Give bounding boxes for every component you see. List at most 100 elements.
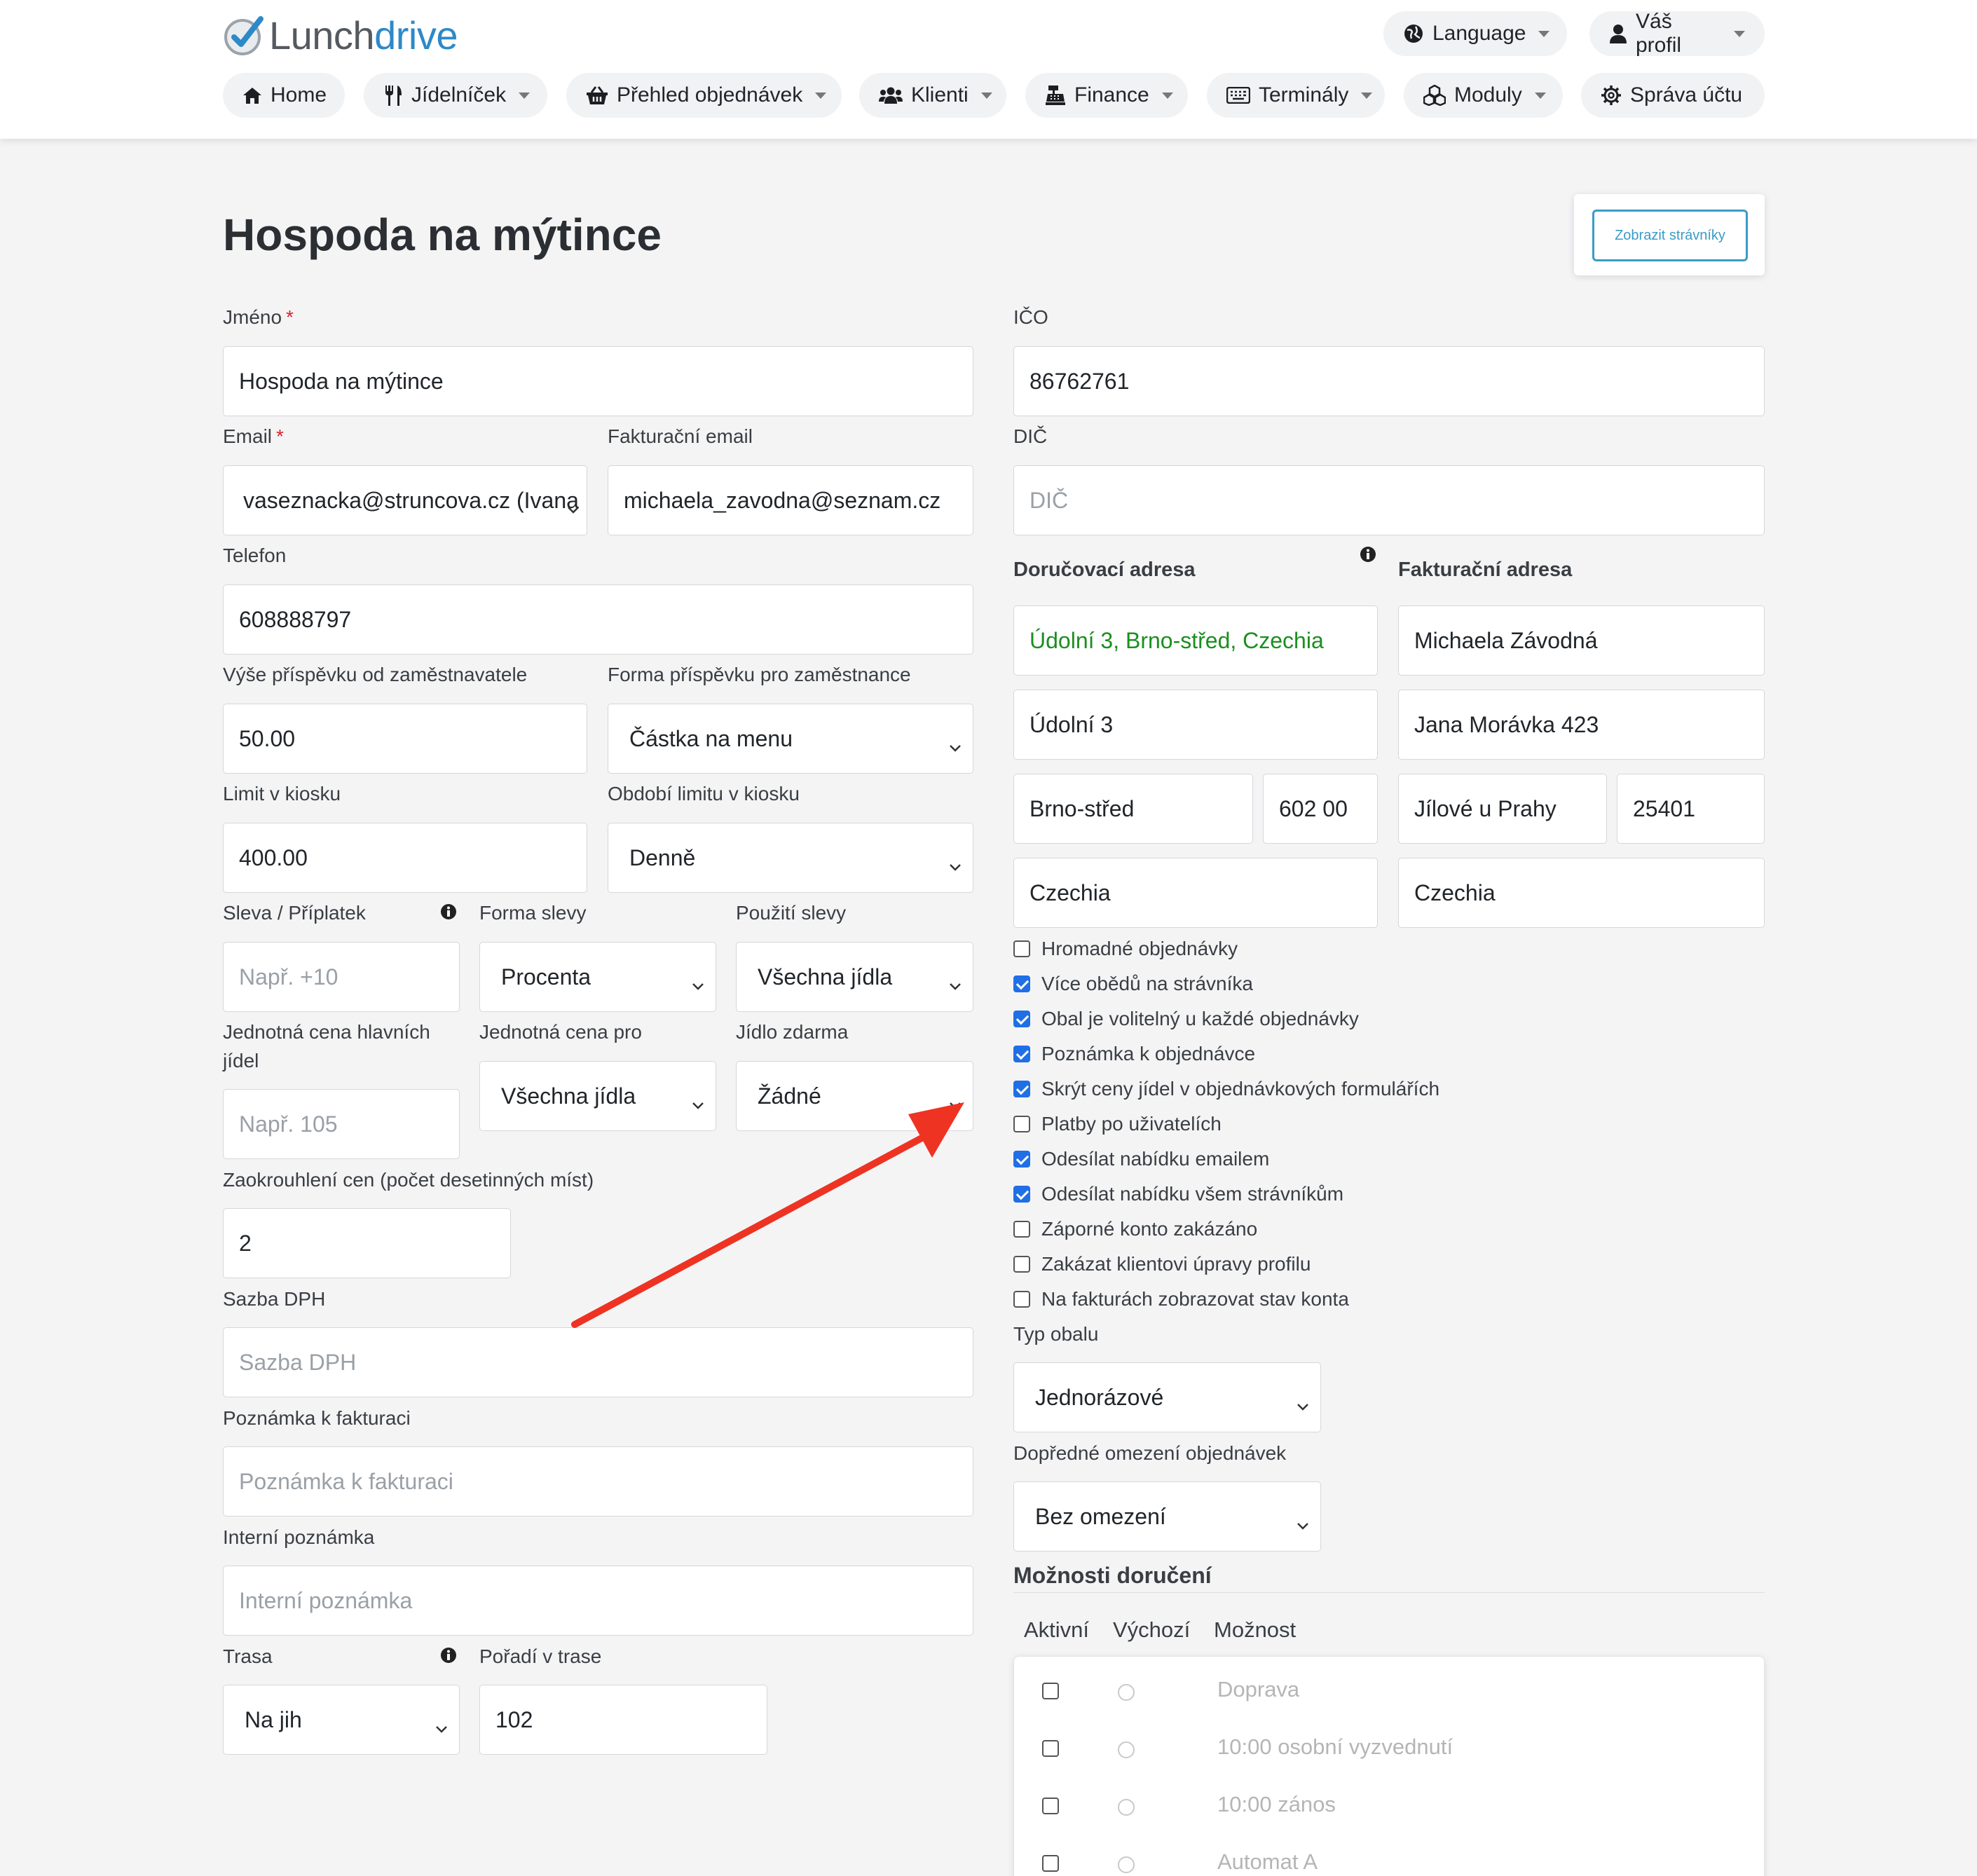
invoice-note-input[interactable]: Poznámka k fakturaci xyxy=(223,1446,973,1516)
info-icon[interactable] xyxy=(440,903,457,924)
language-dropdown[interactable]: Language xyxy=(1383,11,1567,56)
checkbox-box[interactable] xyxy=(1013,1116,1030,1132)
chevron-down-icon xyxy=(435,1713,448,1739)
nav-label: Terminály xyxy=(1259,83,1349,107)
delivery-country-input[interactable]: Czechia xyxy=(1013,858,1378,928)
free-meal-select[interactable]: Žádné xyxy=(736,1061,973,1131)
home-icon xyxy=(242,86,262,104)
info-icon[interactable] xyxy=(440,1647,457,1667)
billing-zip-input[interactable]: 25401 xyxy=(1617,774,1765,844)
billing-address-label: Fakturační adresa xyxy=(1398,559,1573,581)
delivery-city-input[interactable]: Brno-střed xyxy=(1013,774,1253,844)
package-type-label: Typ obalu xyxy=(1013,1323,1099,1345)
show-diners-button[interactable]: Zobrazit strávníky xyxy=(1592,210,1748,261)
default-radio[interactable] xyxy=(1118,1684,1135,1701)
info-icon[interactable] xyxy=(1360,546,1376,566)
kiosk-limit-input[interactable]: 400.00 xyxy=(223,823,587,893)
nav-label: Moduly xyxy=(1454,83,1522,107)
chevron-down-icon xyxy=(980,92,992,99)
nav-account-settings[interactable]: Správa účtu xyxy=(1581,73,1765,118)
active-checkbox[interactable] xyxy=(1042,1683,1059,1699)
employer-contribution-input[interactable]: 50.00 xyxy=(223,704,587,774)
language-label: Language xyxy=(1432,22,1526,45)
nav-home[interactable]: Home xyxy=(223,73,345,118)
delivery-options-title: Možnosti doručení xyxy=(1013,1563,1212,1588)
checkbox-show-balance-invoices[interactable]: Na fakturách zobrazovat stav konta xyxy=(1013,1285,1349,1313)
order-limit-select[interactable]: Bez omezení xyxy=(1013,1481,1321,1552)
checkbox-box[interactable] xyxy=(1013,1081,1030,1097)
checkbox-box[interactable] xyxy=(1013,940,1030,957)
billing-name-input[interactable]: Michaela Závodná xyxy=(1398,605,1765,676)
checkbox-box[interactable] xyxy=(1013,1221,1030,1238)
nav-modules[interactable]: Moduly xyxy=(1404,73,1563,118)
checkbox-send-offer-email[interactable]: Odesílat nabídku emailem xyxy=(1013,1145,1269,1173)
cubes-icon xyxy=(1423,85,1446,106)
checkbox-payments-by-user[interactable]: Platby po uživatelích xyxy=(1013,1110,1222,1138)
unit-price-for-select[interactable]: Všechna jídla xyxy=(479,1061,716,1131)
chevron-down-icon xyxy=(1534,92,1546,99)
price-rounding-input[interactable]: 2 xyxy=(223,1208,511,1278)
kiosk-limit-period-select[interactable]: Denně xyxy=(608,823,973,893)
checkbox-box[interactable] xyxy=(1013,1151,1030,1168)
order-limit-label: Dopředné omezení objednávek xyxy=(1013,1442,1287,1464)
active-checkbox[interactable] xyxy=(1042,1855,1059,1872)
default-radio[interactable] xyxy=(1118,1799,1135,1816)
basket-icon xyxy=(586,85,608,105)
checkbox-box[interactable] xyxy=(1013,1011,1030,1027)
unit-price-main-input[interactable]: Např. 105 xyxy=(223,1089,460,1159)
nav-menu[interactable]: Jídelníček xyxy=(364,73,547,118)
checkbox-box[interactable] xyxy=(1013,1291,1030,1308)
checkbox-box[interactable] xyxy=(1013,1186,1030,1203)
delivery-zip-input[interactable]: 602 00 xyxy=(1263,774,1378,844)
name-input[interactable]: Hospoda na mýtince xyxy=(223,346,973,416)
discount-input[interactable]: Např. +10 xyxy=(223,942,460,1012)
route-select[interactable]: Na jih xyxy=(223,1685,460,1755)
nav-finance[interactable]: Finance xyxy=(1025,73,1188,118)
checkbox-multiple-lunches[interactable]: Více obědů na strávníka xyxy=(1013,970,1253,998)
nav-terminals[interactable]: Terminály xyxy=(1207,73,1385,118)
billing-street-input[interactable]: Jana Morávka 423 xyxy=(1398,690,1765,760)
package-type-select[interactable]: Jednorázové xyxy=(1013,1362,1321,1432)
route-order-input[interactable]: 102 xyxy=(479,1685,767,1755)
default-radio[interactable] xyxy=(1118,1741,1135,1758)
billing-email-input[interactable]: michaela_zavodna@seznam.cz xyxy=(608,465,973,535)
checkbox-box[interactable] xyxy=(1013,1256,1030,1273)
default-radio[interactable] xyxy=(1118,1856,1135,1873)
globe-icon xyxy=(1403,23,1424,44)
nav-orders[interactable]: Přehled objednávek xyxy=(566,73,842,118)
utensils-icon xyxy=(383,84,403,107)
internal-note-input[interactable]: Interní poznámka xyxy=(223,1566,973,1636)
checkbox-box[interactable] xyxy=(1013,975,1030,992)
active-checkbox[interactable] xyxy=(1042,1798,1059,1814)
checkbox-box[interactable] xyxy=(1013,1046,1030,1062)
active-checkbox[interactable] xyxy=(1042,1740,1059,1757)
nav-clients[interactable]: Klienti xyxy=(859,73,1006,118)
chevron-down-icon xyxy=(1734,30,1745,37)
phone-input[interactable]: 608888797 xyxy=(223,584,973,655)
profile-dropdown[interactable]: Váš profil xyxy=(1589,10,1765,57)
nav-label: Klienti xyxy=(911,83,969,107)
checkbox-disable-profile-edits[interactable]: Zakázat klientovi úpravy profilu xyxy=(1013,1250,1311,1278)
delivery-address-search-input[interactable]: Údolní 3, Brno-střed, Czechia xyxy=(1013,605,1378,676)
email-select[interactable]: vaseznacka@struncova.cz (Ivana xyxy=(223,465,587,535)
nav-label: Home xyxy=(271,83,327,107)
discount-usage-select[interactable]: Všechna jídla xyxy=(736,942,973,1012)
vat-rate-input[interactable]: Sazba DPH xyxy=(223,1327,973,1397)
checkbox-order-note[interactable]: Poznámka k objednávce xyxy=(1013,1040,1255,1068)
top-header: Lunchdrive Language Váš profil Home Jíde… xyxy=(0,0,1977,139)
checkbox-optional-packaging[interactable]: Obal je volitelný u každé objednávky xyxy=(1013,1005,1359,1033)
name-label: Jméno * xyxy=(223,306,294,328)
delivery-street-input[interactable]: Údolní 3 xyxy=(1013,690,1378,760)
discount-form-select[interactable]: Procenta xyxy=(479,942,716,1012)
checkbox-bulk-orders[interactable]: Hromadné objednávky xyxy=(1013,935,1238,963)
ico-input[interactable]: 86762761 xyxy=(1013,346,1765,416)
billing-country-input[interactable]: Czechia xyxy=(1398,858,1765,928)
delivery-option-row: Doprava xyxy=(1014,1670,1764,1712)
logo[interactable]: Lunchdrive xyxy=(223,11,458,59)
checkbox-hide-prices[interactable]: Skrýt ceny jídel v objednávkových formul… xyxy=(1013,1075,1439,1103)
contribution-form-select[interactable]: Částka na menu xyxy=(608,704,973,774)
dic-input[interactable]: DIČ xyxy=(1013,465,1765,535)
checkbox-send-offer-all[interactable]: Odesílat nabídku všem strávníkům xyxy=(1013,1180,1343,1208)
checkbox-negative-balance-disabled[interactable]: Záporné konto zakázáno xyxy=(1013,1215,1257,1243)
billing-city-input[interactable]: Jílové u Prahy xyxy=(1398,774,1607,844)
